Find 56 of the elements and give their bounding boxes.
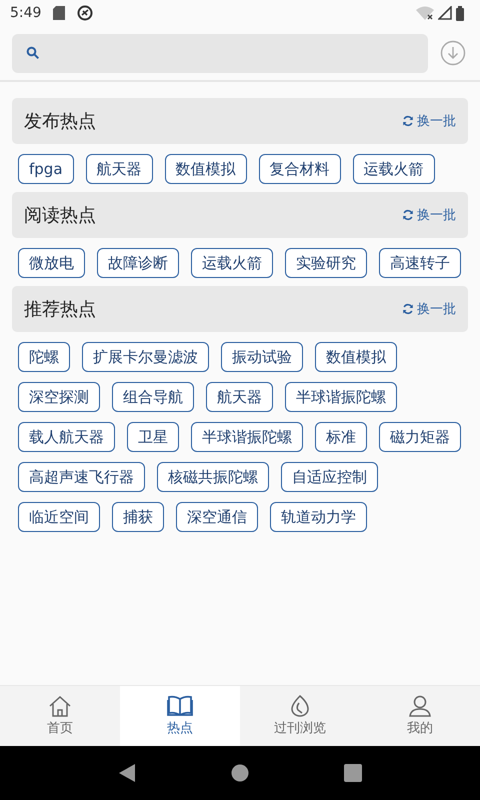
section-title: 推荐热点 [24,298,96,321]
keyword-tag[interactable]: 高速转子 [379,248,461,278]
keyword-tag[interactable]: 临近空间 [18,502,100,532]
keyword-tag[interactable]: 运载火箭 [352,154,435,184]
battery-icon [456,6,464,20]
keyword-tag[interactable]: fpga [18,154,74,184]
keyword-tag[interactable]: 数值模拟 [164,154,247,184]
sd-card-icon [53,6,66,20]
back-icon[interactable] [118,763,136,783]
keyword-tag[interactable]: 组合导航 [112,382,194,412]
recents-icon[interactable] [344,764,362,782]
keyword-tag[interactable]: 故障诊断 [97,248,179,278]
keyword-tag[interactable]: 航天器 [206,382,273,412]
keyword-tag[interactable]: 半球谐振陀螺 [191,422,303,452]
home-icon [48,695,72,717]
keyword-tag[interactable]: 复合材料 [258,154,341,184]
keyword-tag[interactable]: 扩展卡尔曼滤波 [82,342,209,372]
keyword-tag[interactable]: 深空探测 [18,382,100,412]
search-icon [26,46,40,60]
section-title: 发布热点 [24,110,96,133]
keyword-tag[interactable]: 半球谐振陀螺 [285,382,397,412]
section-title: 阅读热点 [24,204,96,227]
nav-tab[interactable]: 热点 [120,686,240,746]
signal-icon [438,6,452,20]
person-icon [408,695,432,717]
keyword-tag[interactable]: 数值模拟 [315,342,397,372]
keyword-tag[interactable]: 微放电 [18,248,85,278]
keyword-tag[interactable]: 航天器 [86,154,153,184]
refresh-link[interactable]: 换一批 [402,206,456,224]
refresh-link[interactable]: 换一批 [402,112,456,130]
keyword-tag[interactable]: 磁力矩器 [379,422,461,452]
book-icon [167,695,193,717]
keyword-tag[interactable]: 轨道动力学 [270,502,367,532]
nav-tab[interactable]: 过刊浏览 [240,686,360,746]
refresh-icon [402,209,414,221]
keyword-tag[interactable]: 运载火箭 [191,248,273,278]
home-button-icon[interactable] [230,764,249,782]
nav-tab[interactable]: 我的 [360,686,480,746]
refresh-link[interactable]: 换一批 [402,300,456,318]
keyword-tag[interactable]: 高超声速飞行器 [18,462,145,492]
keyword-tag[interactable]: 实验研究 [285,248,367,278]
nav-tab[interactable]: 首页 [0,686,120,746]
status-time: 5:49 [10,5,42,21]
keyword-tag[interactable]: 陀螺 [18,342,70,372]
keyword-tag[interactable]: 核磁共振陀螺 [157,462,269,492]
keyword-tag[interactable]: 卫星 [127,422,179,452]
keyword-tag[interactable]: 深空通信 [176,502,258,532]
refresh-icon [402,303,414,315]
wifi-off-icon [416,6,434,20]
keyword-tag[interactable]: 载人航天器 [18,422,115,452]
search-field[interactable] [12,34,428,72]
keyword-tag[interactable]: 标准 [315,422,367,452]
keyword-tag[interactable]: 振动试验 [221,342,303,372]
keyword-tag[interactable]: 捕获 [112,502,164,532]
keyword-tag[interactable]: 自适应控制 [281,462,378,492]
refresh-icon [402,115,414,127]
